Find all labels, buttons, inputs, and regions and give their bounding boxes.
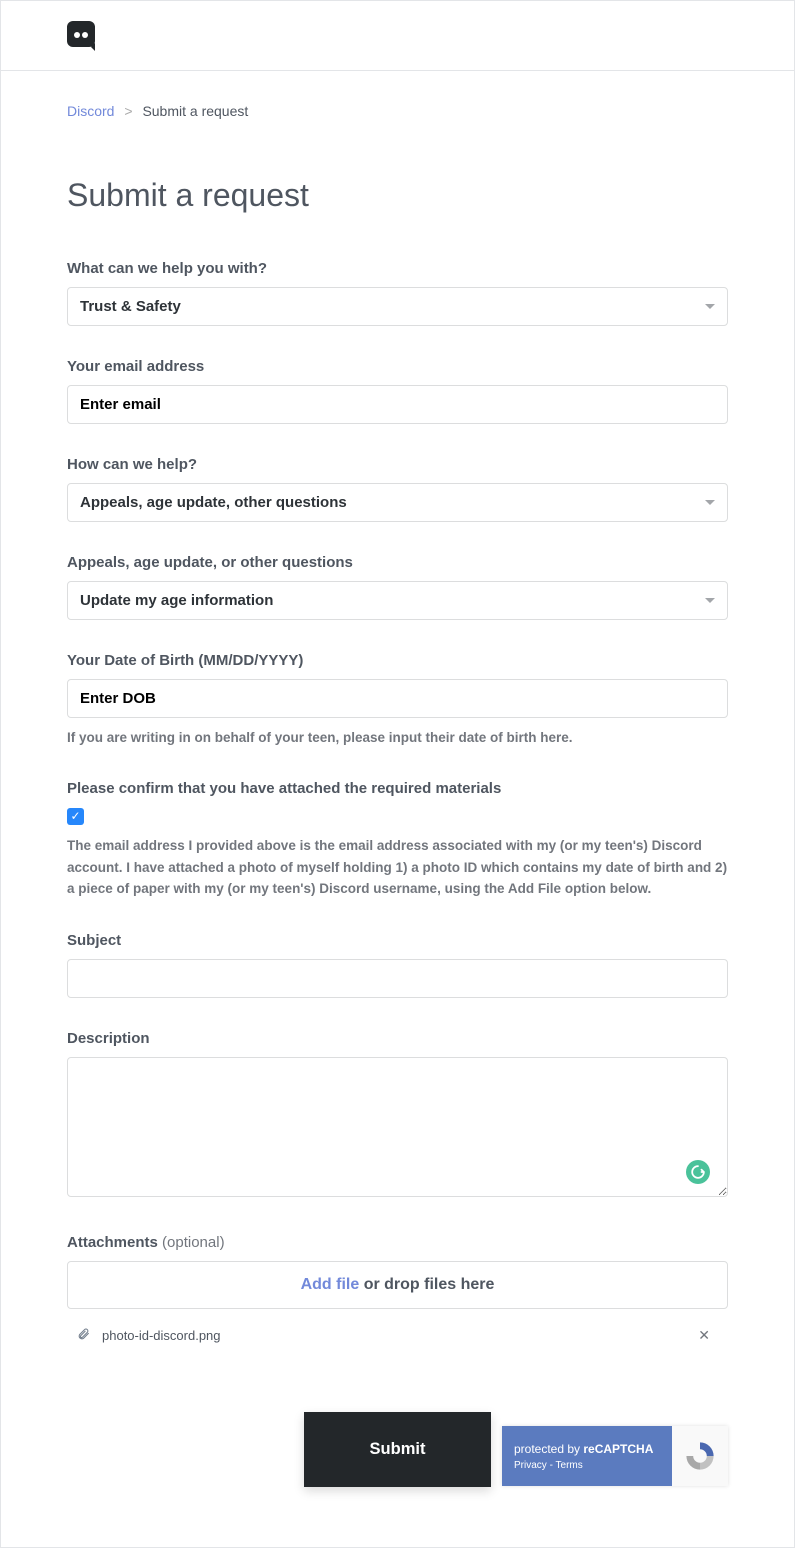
label-confirm: Please confirm that you have attached th… (67, 780, 728, 797)
header-bar (1, 1, 794, 71)
select-appeals-value: Update my age information (80, 592, 273, 609)
label-description: Description (67, 1030, 728, 1047)
grammarly-icon[interactable] (686, 1160, 710, 1184)
confirm-checkbox[interactable]: ✓ (67, 808, 84, 825)
label-attachments: Attachments (optional) (67, 1234, 728, 1251)
dob-help-text: If you are writing in on behalf of your … (67, 728, 728, 748)
breadcrumb-separator: > (124, 103, 132, 119)
attachments-dropzone[interactable]: Add file or drop files here (67, 1261, 728, 1309)
attachment-filename: photo-id-discord.png (102, 1328, 690, 1343)
breadcrumb-current: Submit a request (142, 103, 248, 119)
chevron-down-icon (705, 304, 715, 309)
select-how-help[interactable]: Appeals, age update, other questions (67, 483, 728, 522)
recaptcha-privacy-link[interactable]: Privacy (514, 1460, 547, 1471)
dob-input[interactable] (67, 679, 728, 718)
drop-hint: or drop files here (359, 1276, 494, 1293)
select-appeals[interactable]: Update my age information (67, 581, 728, 620)
recaptcha-text: protected by reCAPTCHA Privacy - Terms (502, 1426, 672, 1486)
paperclip-icon (77, 1327, 90, 1345)
select-help-with[interactable]: Trust & Safety (67, 287, 728, 326)
confirm-description: The email address I provided above is th… (67, 835, 728, 900)
label-help-with: What can we help you with? (67, 260, 728, 277)
recaptcha-badge: protected by reCAPTCHA Privacy - Terms (502, 1426, 728, 1486)
recaptcha-logo-icon (672, 1426, 728, 1486)
label-subject: Subject (67, 932, 728, 949)
label-appeals: Appeals, age update, or other questions (67, 554, 728, 571)
chevron-down-icon (705, 598, 715, 603)
breadcrumb: Discord > Submit a request (67, 103, 728, 119)
label-email: Your email address (67, 358, 728, 375)
check-icon: ✓ (70, 810, 80, 822)
description-textarea[interactable] (67, 1057, 728, 1197)
select-help-with-value: Trust & Safety (80, 298, 181, 315)
add-file-link[interactable]: Add file (301, 1276, 360, 1293)
subject-input[interactable] (67, 959, 728, 998)
chevron-down-icon (705, 500, 715, 505)
label-how-help: How can we help? (67, 456, 728, 473)
recaptcha-terms-link[interactable]: Terms (556, 1460, 583, 1471)
discord-logo-icon[interactable] (67, 21, 97, 51)
breadcrumb-link-discord[interactable]: Discord (67, 103, 114, 119)
attachment-row: photo-id-discord.png ✕ (67, 1315, 728, 1356)
email-input[interactable] (67, 385, 728, 424)
submit-button[interactable]: Submit (304, 1412, 492, 1487)
label-dob: Your Date of Birth (MM/DD/YYYY) (67, 652, 728, 669)
select-how-help-value: Appeals, age update, other questions (80, 494, 347, 511)
page-title: Submit a request (67, 177, 728, 214)
remove-attachment-button[interactable]: ✕ (690, 1323, 718, 1348)
